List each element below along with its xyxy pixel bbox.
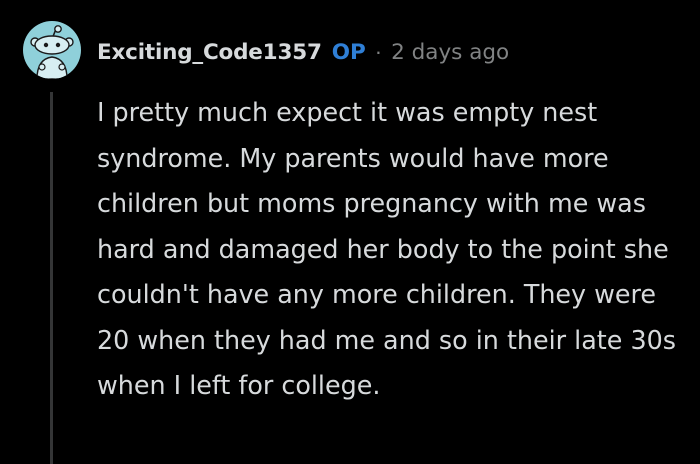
avatar[interactable] bbox=[23, 21, 81, 79]
meta-separator: · bbox=[374, 39, 383, 64]
timestamp[interactable]: 2 days ago bbox=[391, 40, 509, 65]
snoo-avatar-icon bbox=[30, 25, 74, 79]
comment: Exciting_Code1357 OP · 2 days ago I pret… bbox=[0, 0, 700, 464]
comment-meta: Exciting_Code1357 OP · 2 days ago bbox=[97, 37, 509, 67]
author-username[interactable]: Exciting_Code1357 bbox=[97, 40, 322, 65]
thread-collapse-line[interactable] bbox=[50, 92, 53, 464]
op-badge: OP bbox=[331, 39, 366, 65]
comment-body: I pretty much expect it was empty nest s… bbox=[97, 97, 676, 400]
